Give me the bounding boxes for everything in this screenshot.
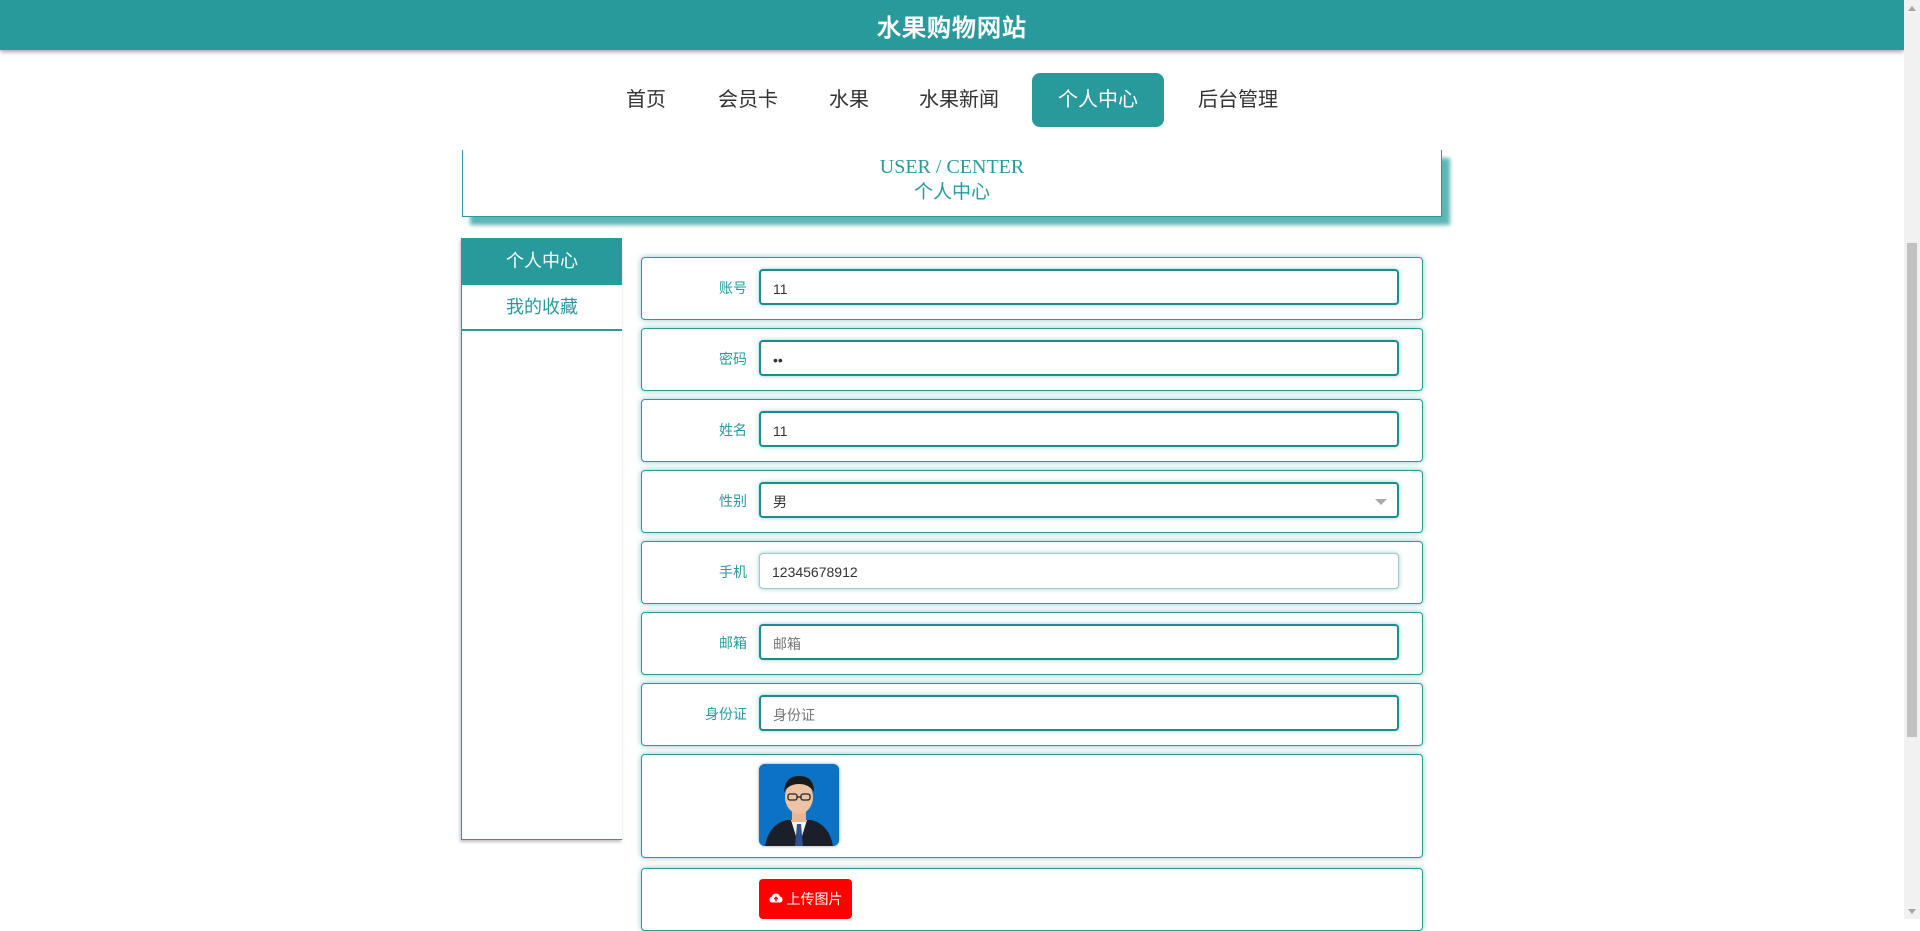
nav-fruit-news[interactable]: 水果新闻 — [912, 73, 1006, 127]
password-input[interactable]: •• — [759, 340, 1399, 376]
main-nav: 首页 会员卡 水果 水果新闻 个人中心 后台管理 — [0, 73, 1904, 127]
form-row-upload: 上传图片 — [641, 868, 1423, 931]
upload-image-button[interactable]: 上传图片 — [759, 879, 852, 919]
sidebar-item-user-center[interactable]: 个人中心 — [462, 239, 622, 285]
nav-home[interactable]: 首页 — [620, 73, 672, 127]
section-banner: USER / CENTER 个人中心 — [462, 150, 1442, 217]
email-label: 邮箱 — [719, 635, 747, 651]
sidebar: 个人中心 我的收藏 — [461, 238, 622, 840]
email-input[interactable]: 邮箱 — [759, 624, 1399, 660]
sidebar-item-favorites[interactable]: 我的收藏 — [462, 285, 622, 331]
nav-member-card[interactable]: 会员卡 — [710, 73, 786, 127]
nav-user-center[interactable]: 个人中心 — [1032, 73, 1164, 127]
phone-input[interactable]: 12345678912 — [759, 553, 1399, 589]
banner-title-en: USER / CENTER — [879, 156, 1025, 178]
nav-fruit[interactable]: 水果 — [824, 73, 874, 127]
form-row-idcard: 身份证 身份证 — [641, 683, 1423, 746]
gender-label: 性别 — [719, 493, 747, 509]
name-label: 姓名 — [719, 422, 747, 438]
site-title: 水果购物网站 — [877, 14, 1027, 42]
phone-label: 手机 — [719, 564, 747, 580]
site-header: 水果购物网站 — [0, 0, 1904, 50]
account-label: 账号 — [719, 280, 747, 296]
banner-title-cn: 个人中心 — [913, 182, 990, 203]
name-input[interactable]: 11 — [759, 411, 1399, 447]
idcard-placeholder: 身份证 — [773, 707, 815, 723]
scroll-thumb[interactable] — [1907, 243, 1917, 737]
avatar — [759, 764, 839, 846]
idcard-label: 身份证 — [705, 706, 747, 722]
upload-button-label: 上传图片 — [786, 891, 843, 907]
nav-admin[interactable]: 后台管理 — [1190, 73, 1286, 127]
form-row-account: 账号 11 — [641, 257, 1423, 320]
email-placeholder: 邮箱 — [773, 636, 801, 652]
form-row-avatar — [641, 754, 1423, 858]
form-row-gender: 性别 男 — [641, 470, 1423, 533]
form-row-phone: 手机 12345678912 — [641, 541, 1423, 604]
gender-value: 男 — [773, 494, 787, 510]
form-row-password: 密码 •• — [641, 328, 1423, 391]
scroll-up-icon[interactable] — [1904, 0, 1920, 16]
page-scrollbar[interactable] — [1904, 0, 1920, 919]
gender-select[interactable]: 男 — [759, 482, 1399, 518]
cloud-upload-icon — [769, 891, 783, 907]
password-label: 密码 — [719, 351, 747, 367]
account-input[interactable]: 11 — [759, 269, 1399, 305]
scroll-down-icon[interactable] — [1904, 903, 1920, 919]
chevron-down-icon — [1375, 499, 1387, 505]
form-row-email: 邮箱 邮箱 — [641, 612, 1423, 675]
form-row-name: 姓名 11 — [641, 399, 1423, 462]
idcard-input[interactable]: 身份证 — [759, 695, 1399, 731]
